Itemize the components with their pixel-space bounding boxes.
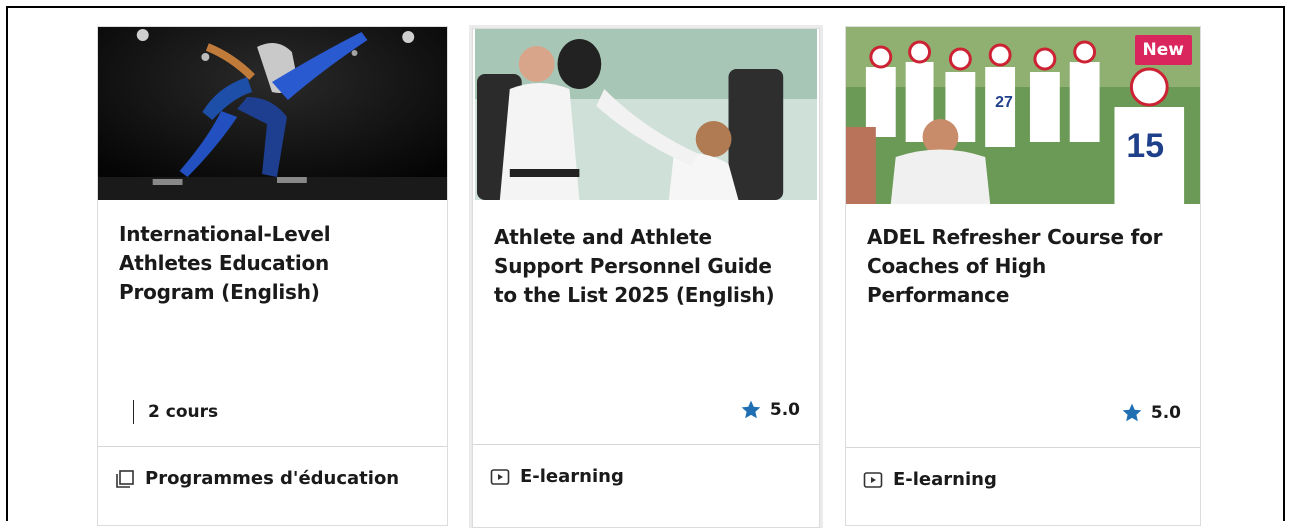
martial-arts-image — [475, 29, 817, 200]
course-card-athletes-education[interactable]: International-Level Athletes Education P… — [97, 26, 448, 526]
play-icon — [863, 470, 883, 490]
speed-skater-image — [98, 27, 447, 200]
play-icon — [490, 467, 510, 487]
course-title[interactable]: International-Level Athletes Education P… — [119, 220, 429, 307]
star-icon — [1121, 402, 1143, 424]
course-count: 2 cours — [133, 400, 218, 424]
svg-text:27: 27 — [995, 94, 1013, 111]
card-divider — [98, 446, 447, 447]
stack-icon — [115, 469, 135, 489]
course-title[interactable]: Athlete and Athlete Support Personnel Gu… — [494, 223, 801, 310]
course-type-label: Programmes d'éducation — [145, 468, 400, 489]
card-divider — [846, 447, 1200, 448]
course-rating: 5.0 — [740, 399, 800, 421]
star-icon — [740, 399, 762, 421]
course-type: E-learning — [863, 469, 997, 490]
course-type-label: E-learning — [520, 466, 624, 487]
course-title[interactable]: ADEL Refresher Course for Coaches of Hig… — [867, 223, 1182, 310]
course-type: Programmes d'éducation — [115, 468, 399, 489]
course-type-label: E-learning — [893, 469, 997, 490]
svg-text:15: 15 — [1126, 127, 1164, 165]
new-badge: New — [1134, 35, 1192, 65]
card-divider — [473, 444, 819, 445]
rating-value: 5.0 — [1150, 403, 1181, 423]
course-card-athlete-guide[interactable]: Athlete and Athlete Support Personnel Gu… — [472, 28, 820, 528]
rating-value: 5.0 — [769, 400, 800, 420]
course-type: E-learning — [490, 466, 624, 487]
course-rating: 5.0 — [1121, 402, 1181, 424]
course-card-adel-refresher[interactable]: 15 27 New ADEL Refresher Course for Coac… — [845, 26, 1201, 526]
